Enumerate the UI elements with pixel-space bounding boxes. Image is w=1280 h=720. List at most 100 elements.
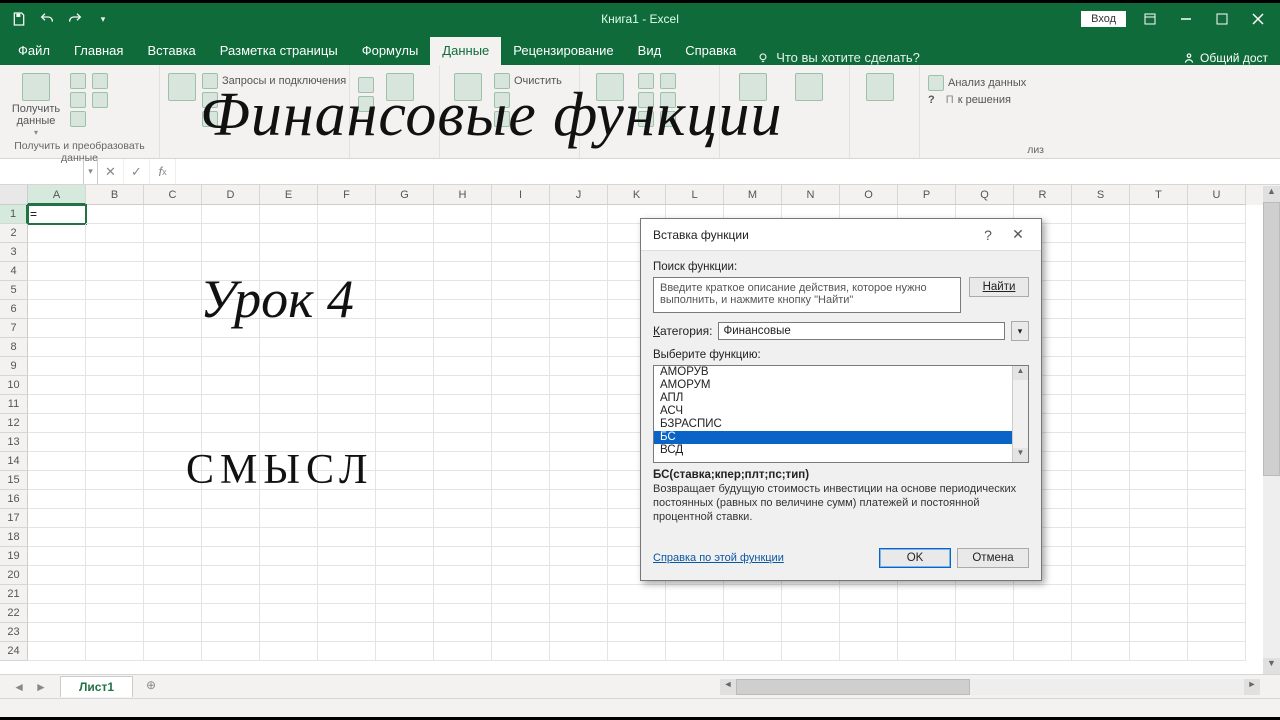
formula-input[interactable] [176, 159, 1280, 184]
insert-function-icon[interactable]: fx [150, 159, 176, 184]
cell[interactable] [1072, 205, 1130, 224]
cell[interactable] [550, 319, 608, 338]
cell[interactable] [1130, 376, 1188, 395]
cell[interactable] [434, 452, 492, 471]
cell[interactable] [202, 623, 260, 642]
row-header[interactable]: 21 [0, 585, 28, 604]
cell[interactable] [202, 414, 260, 433]
cell[interactable] [144, 319, 202, 338]
cell[interactable] [782, 642, 840, 661]
cell[interactable] [86, 604, 144, 623]
flash-fill-icon[interactable] [638, 73, 654, 89]
cell[interactable] [550, 623, 608, 642]
cell[interactable] [28, 357, 86, 376]
cell[interactable] [1014, 642, 1072, 661]
cell[interactable] [666, 585, 724, 604]
cell[interactable] [724, 642, 782, 661]
row-header[interactable]: 17 [0, 509, 28, 528]
cell[interactable] [1072, 642, 1130, 661]
row-header[interactable]: 9 [0, 357, 28, 376]
cell[interactable] [1188, 490, 1246, 509]
column-header[interactable]: B [86, 185, 144, 205]
cell[interactable] [898, 585, 956, 604]
cell[interactable] [260, 642, 318, 661]
cell[interactable] [1072, 528, 1130, 547]
help-link[interactable]: Справка по этой функции [653, 552, 784, 564]
cell[interactable] [376, 585, 434, 604]
cell[interactable] [28, 376, 86, 395]
cell[interactable] [434, 262, 492, 281]
cell[interactable] [1130, 490, 1188, 509]
cell[interactable] [318, 471, 376, 490]
cell[interactable] [202, 433, 260, 452]
row-header[interactable]: 3 [0, 243, 28, 262]
column-header[interactable]: D [202, 185, 260, 205]
cell[interactable] [260, 604, 318, 623]
cell[interactable] [1130, 433, 1188, 452]
cell[interactable] [28, 566, 86, 585]
name-box-dropdown[interactable]: ▾ [84, 159, 98, 184]
cancel-formula-icon[interactable]: ✕ [98, 159, 124, 184]
function-list-item[interactable]: АПЛ [654, 392, 1012, 405]
cell[interactable] [86, 357, 144, 376]
cell[interactable] [434, 604, 492, 623]
cell[interactable] [86, 224, 144, 243]
cell[interactable] [492, 528, 550, 547]
cell[interactable] [144, 414, 202, 433]
cell[interactable] [492, 376, 550, 395]
scroll-up-icon[interactable]: ▲ [1013, 366, 1028, 380]
row-header[interactable]: 23 [0, 623, 28, 642]
cancel-button[interactable]: Отмена [957, 548, 1029, 568]
row-header[interactable]: 14 [0, 452, 28, 471]
cell[interactable] [202, 604, 260, 623]
cell[interactable] [144, 642, 202, 661]
qat-customize-icon[interactable]: ▾ [92, 8, 114, 30]
cell[interactable] [492, 509, 550, 528]
cell[interactable] [434, 509, 492, 528]
redo-icon[interactable] [64, 8, 86, 30]
cell[interactable] [28, 642, 86, 661]
tab-вид[interactable]: Вид [626, 37, 674, 65]
row-header[interactable]: 13 [0, 433, 28, 452]
minimize-icon[interactable] [1168, 5, 1204, 33]
dialog-help-icon[interactable]: ? [973, 227, 1003, 243]
queries-connections-button[interactable]: Запросы и подключения [202, 73, 346, 89]
cell[interactable] [202, 547, 260, 566]
cell[interactable] [202, 509, 260, 528]
tab-рецензирование[interactable]: Рецензирование [501, 37, 625, 65]
search-input[interactable]: Введите краткое описание действия, котор… [653, 277, 961, 313]
cell[interactable] [1130, 281, 1188, 300]
cell[interactable] [492, 414, 550, 433]
cell[interactable] [260, 623, 318, 642]
cell[interactable] [86, 433, 144, 452]
recent-sources-icon[interactable] [92, 73, 108, 89]
cell[interactable] [1188, 376, 1246, 395]
cell[interactable] [318, 338, 376, 357]
cell[interactable] [1188, 414, 1246, 433]
cell[interactable]: = [28, 205, 86, 224]
cell[interactable] [376, 395, 434, 414]
vertical-scrollbar[interactable]: ▲ ▼ [1263, 186, 1280, 674]
cell[interactable] [550, 395, 608, 414]
cell[interactable] [1072, 452, 1130, 471]
cell[interactable] [492, 623, 550, 642]
cell[interactable] [260, 205, 318, 224]
column-header[interactable]: E [260, 185, 318, 205]
cell[interactable] [260, 509, 318, 528]
function-list-item[interactable]: ВСД [654, 444, 1012, 457]
cell[interactable] [86, 547, 144, 566]
cell[interactable] [1072, 471, 1130, 490]
cell[interactable] [86, 300, 144, 319]
cell[interactable] [28, 471, 86, 490]
cell[interactable] [1072, 604, 1130, 623]
function-list-item[interactable]: БЗРАСПИС [654, 418, 1012, 431]
scroll-down-icon[interactable]: ▼ [1013, 448, 1028, 462]
cell[interactable] [376, 319, 434, 338]
ribbon-options-icon[interactable] [1132, 5, 1168, 33]
row-header[interactable]: 16 [0, 490, 28, 509]
cell[interactable] [1130, 585, 1188, 604]
cell[interactable] [1072, 509, 1130, 528]
cell[interactable] [144, 623, 202, 642]
cell[interactable] [1014, 623, 1072, 642]
column-header[interactable]: O [840, 185, 898, 205]
